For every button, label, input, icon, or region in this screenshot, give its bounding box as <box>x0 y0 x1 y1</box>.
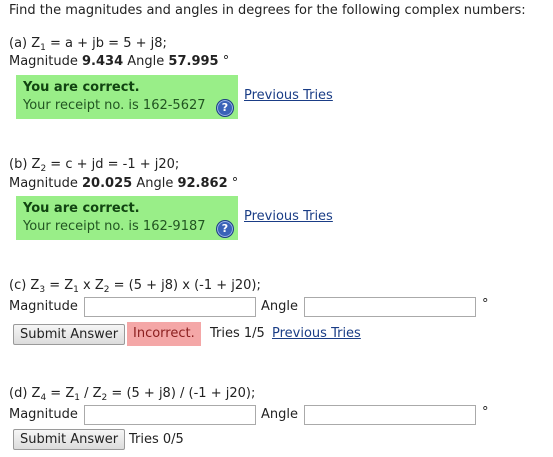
part-d-magnitude-label: Magnitude <box>9 407 78 422</box>
part-b-status-title: You are correct. <box>23 201 140 216</box>
part-d-angle-label: Angle <box>261 407 298 422</box>
instructions: Find the magnitudes and angles in degree… <box>9 3 526 18</box>
part-d-question: (d) Z4 = Z1 / Z2 = (5 + j8) / (-1 + j20)… <box>9 386 256 403</box>
part-c-magnitude-input[interactable] <box>84 297 256 317</box>
part-c-question: (c) Z3 = Z1 x Z2 = (5 + j8) x (-1 + j20)… <box>9 278 261 295</box>
part-a-status-title: You are correct. <box>23 80 140 95</box>
part-c-tries: Tries 1/5 <box>210 326 265 341</box>
part-b-angle-value: 92.862 <box>177 176 228 191</box>
part-c-magnitude-label: Magnitude <box>9 299 78 314</box>
part-b-receipt: Your receipt no. is 162-9187 <box>23 219 206 234</box>
part-a-angle-value: 57.995 <box>168 54 219 69</box>
part-d-degree-symbol: ° <box>482 405 489 420</box>
part-c-status-badge: Incorrect. <box>127 322 201 346</box>
part-c-degree-symbol: ° <box>482 297 489 312</box>
part-b-result: Magnitude 20.025 Angle 92.862 ° <box>9 176 239 191</box>
part-c-angle-label: Angle <box>261 299 298 314</box>
part-a-result: Magnitude 9.434 Angle 57.995 ° <box>9 54 230 69</box>
part-d-magnitude-input[interactable] <box>84 405 256 425</box>
part-a-previous-tries-link[interactable]: Previous Tries <box>244 88 333 103</box>
part-b-magnitude-value: 20.025 <box>82 176 133 191</box>
part-a-correct-box: You are correct. Your receipt no. is 162… <box>16 75 238 119</box>
part-b-previous-tries-link[interactable]: Previous Tries <box>244 209 333 224</box>
part-b-correct-box: You are correct. Your receipt no. is 162… <box>16 196 238 240</box>
part-b-question: (b) Z2 = c + jd = -1 + j20; <box>9 157 180 174</box>
part-a-question: (a) Z1 = a + jb = 5 + j8; <box>9 36 167 53</box>
part-d-submit-button[interactable]: Submit Answer <box>13 429 126 450</box>
part-a-receipt: Your receipt no. is 162-5627 <box>23 98 206 113</box>
part-d-angle-input[interactable] <box>304 405 476 425</box>
part-d-tries: Tries 0/5 <box>129 432 184 447</box>
part-c-previous-tries-link[interactable]: Previous Tries <box>272 326 361 341</box>
help-icon[interactable]: ? <box>216 220 234 238</box>
part-a-magnitude-value: 9.434 <box>82 54 124 69</box>
help-icon[interactable]: ? <box>216 99 234 117</box>
part-c-submit-button[interactable]: Submit Answer <box>13 324 126 345</box>
part-c-angle-input[interactable] <box>304 297 476 317</box>
